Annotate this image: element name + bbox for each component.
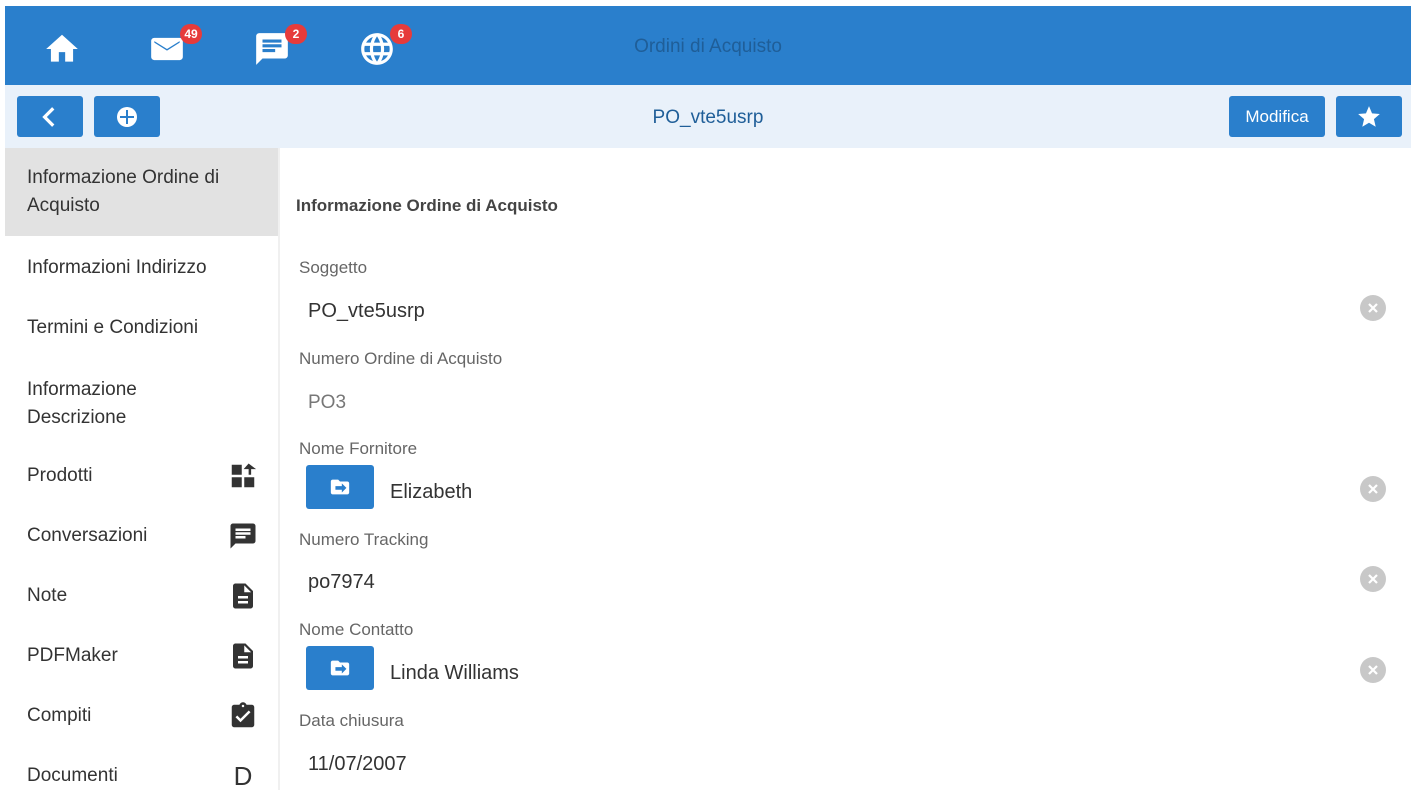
favorite-button[interactable]: [1336, 96, 1402, 137]
app-title: Ordini di Acquisto: [634, 36, 782, 57]
field-label-contact: Nome Contatto: [299, 620, 414, 639]
field-label-tracking: Numero Tracking: [299, 530, 429, 549]
sidebar-item-notes[interactable]: Note: [5, 570, 278, 622]
close-icon: [1368, 303, 1378, 313]
subject-field[interactable]: PO_vte5usrp: [308, 300, 425, 323]
record-title: PO_vte5usrp: [652, 107, 764, 128]
close-icon: [1368, 665, 1378, 675]
app-frame: 49 2 6 Ordini di Acquisto PO_vte5usrp Mo…: [5, 6, 1411, 790]
products-icon: [228, 461, 258, 491]
sidebar-item-products[interactable]: Prodotti: [5, 450, 278, 502]
contact-field[interactable]: Linda Williams: [390, 662, 519, 685]
sidebar-item-order-info[interactable]: Informazione Ordine di Acquisto: [5, 148, 278, 236]
field-label-subject: Soggetto: [299, 258, 368, 277]
sidebar-item-conversations[interactable]: Conversazioni: [5, 510, 278, 562]
close-icon: [1368, 574, 1378, 584]
clear-contact-button[interactable]: [1360, 657, 1386, 683]
sidebar-item-address-info[interactable]: Informazioni Indirizzo: [5, 242, 278, 294]
close-icon: [1368, 484, 1378, 494]
star-icon: [1358, 105, 1380, 127]
sidebar-item-label: Informazione Descrizione: [27, 379, 137, 428]
record-toolbar: PO_vte5usrp Modifica: [5, 85, 1411, 148]
contact-link-button[interactable]: [306, 646, 374, 690]
order-number-value: PO3: [308, 392, 347, 413]
close-date-field[interactable]: 11/07/2007: [308, 753, 407, 776]
vendor-link-button[interactable]: [306, 465, 374, 509]
field-label-order-number: Numero Ordine di Acquisto: [299, 349, 503, 368]
field-label-vendor: Nome Fornitore: [299, 439, 418, 458]
detail-panel: Informazione Ordine di Acquisto Soggetto…: [280, 148, 1411, 790]
sidebar: Informazione Ordine di Acquisto Informaz…: [5, 148, 278, 790]
comment-icon: [228, 521, 258, 551]
share-icon: [330, 479, 350, 495]
edit-button[interactable]: Modifica: [1229, 96, 1325, 137]
sidebar-item-label: Informazioni Indirizzo: [27, 257, 207, 278]
tracking-field[interactable]: po7974: [308, 571, 375, 594]
top-bar: 49 2 6 Ordini di Acquisto: [5, 6, 1411, 85]
clear-subject-button[interactable]: [1360, 295, 1386, 321]
document-icon: [228, 641, 258, 671]
sidebar-item-pdfmaker[interactable]: PDFMaker: [5, 630, 278, 682]
documents-d-icon: D: [233, 761, 253, 790]
field-label-close-date: Data chiusura: [299, 711, 404, 730]
sidebar-item-label: Termini e Condizioni: [27, 317, 199, 338]
clear-tracking-button[interactable]: [1360, 566, 1386, 592]
share-icon: [330, 660, 350, 676]
sidebar-item-documents[interactable]: Documenti D: [5, 750, 278, 790]
clear-vendor-button[interactable]: [1360, 476, 1386, 502]
task-icon: [228, 701, 258, 731]
vendor-field[interactable]: Elizabeth: [390, 481, 472, 504]
sidebar-item-terms[interactable]: Termini e Condizioni: [5, 302, 278, 354]
sidebar-item-tasks[interactable]: Compiti: [5, 690, 278, 742]
document-icon: [228, 581, 258, 611]
sidebar-item-label: Informazione Ordine di Acquisto: [27, 167, 220, 216]
section-title: Informazione Ordine di Acquisto: [296, 196, 558, 215]
sidebar-item-description[interactable]: Informazione Descrizione: [5, 372, 278, 436]
